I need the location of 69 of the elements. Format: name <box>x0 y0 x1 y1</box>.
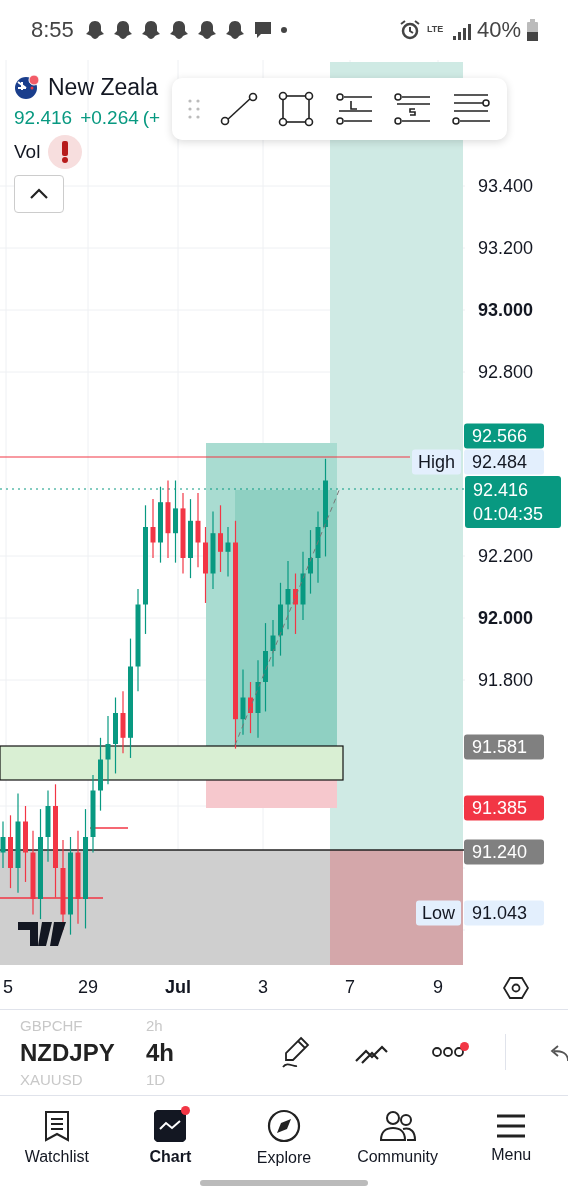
last-price: 92.416 <box>14 106 73 129</box>
status-time: 8:55 <box>31 16 74 43</box>
price-change-percent: (+ <box>142 106 161 129</box>
chart-icon <box>154 1109 187 1142</box>
nav-tab[interactable]: Community <box>342 1109 453 1166</box>
candle <box>218 504 223 573</box>
candle <box>300 550 306 621</box>
chevron-up-icon <box>29 187 49 200</box>
time-axis-label: 5 <box>3 976 13 998</box>
price-axis-label: 92.800 <box>478 361 534 383</box>
candle <box>308 529 313 594</box>
price-level-label: Low <box>415 900 461 926</box>
candle <box>105 715 111 785</box>
price-axis-label: 92.000 <box>478 607 534 629</box>
price-tag: 91.043 <box>464 900 544 926</box>
error-badge-icon[interactable] <box>48 134 83 169</box>
time-axis-label: 9 <box>433 976 443 998</box>
collapse-button[interactable] <box>14 174 64 213</box>
candle <box>285 560 291 630</box>
symbol-picker-item[interactable]: NZDJPY 4h <box>20 1034 220 1071</box>
price-tag: 92.484 <box>464 449 544 475</box>
price-tag: 91.581 <box>464 734 544 760</box>
price-axis-label: 91.800 <box>478 669 534 691</box>
compass-icon <box>267 1108 301 1143</box>
price-tag: 92.566 <box>464 423 544 449</box>
parallel-channel-tool-icon[interactable] <box>450 91 491 126</box>
time-axis-label: 3 <box>258 976 268 998</box>
time-axis-label: 7 <box>345 976 355 998</box>
price-tag: 91.240 <box>464 839 544 865</box>
drag-handle-icon <box>188 97 201 120</box>
price-axis-label: 93.000 <box>478 299 534 321</box>
candle <box>270 619 276 667</box>
network-type: LTE <box>426 25 445 35</box>
price-change: +0.264 <box>80 106 139 129</box>
logo <box>18 921 66 946</box>
alarm-icon <box>398 18 421 41</box>
nav-tab[interactable]: Explore <box>229 1108 339 1167</box>
candle <box>120 690 126 754</box>
candle <box>0 820 6 869</box>
candle <box>225 526 231 577</box>
symbol-title: New Zeala <box>48 73 158 101</box>
notification-dot <box>181 1105 191 1115</box>
battery-icon <box>527 18 538 41</box>
candle <box>293 572 298 635</box>
battery-percent: 40% <box>476 16 521 43</box>
candle <box>240 668 246 735</box>
time-axis-label: Jul <box>165 976 191 998</box>
horizontal-ray <box>89 826 129 829</box>
price-axis-label: 93.200 <box>478 237 534 259</box>
dot-icon <box>279 25 288 34</box>
flag-icon <box>14 74 40 101</box>
candle <box>150 498 156 559</box>
volume-indicator-label: Vol <box>14 140 41 163</box>
trend-line-tool-icon[interactable] <box>220 91 259 126</box>
nav-tab[interactable]: Menu <box>456 1111 567 1164</box>
people-icon <box>378 1109 417 1142</box>
price-level-label: High <box>411 449 461 475</box>
rectangle-tool-icon[interactable] <box>278 90 315 127</box>
long-position-tool-icon[interactable] <box>334 92 373 125</box>
nav-tab[interactable]: Watchlist <box>1 1109 112 1166</box>
settings-icon[interactable] <box>503 974 529 1001</box>
nav-tab[interactable]: Chart <box>115 1109 226 1166</box>
candle <box>248 681 253 734</box>
price-axis-label: 93.400 <box>478 175 534 197</box>
price-axis-label: 92.200 <box>478 545 534 567</box>
price-tag: 91.385 <box>464 795 544 821</box>
time-axis-label: 29 <box>78 976 98 998</box>
short-position-tool-icon[interactable] <box>392 92 431 125</box>
current-price-tag: 92.416 01:04:35 <box>465 475 561 528</box>
